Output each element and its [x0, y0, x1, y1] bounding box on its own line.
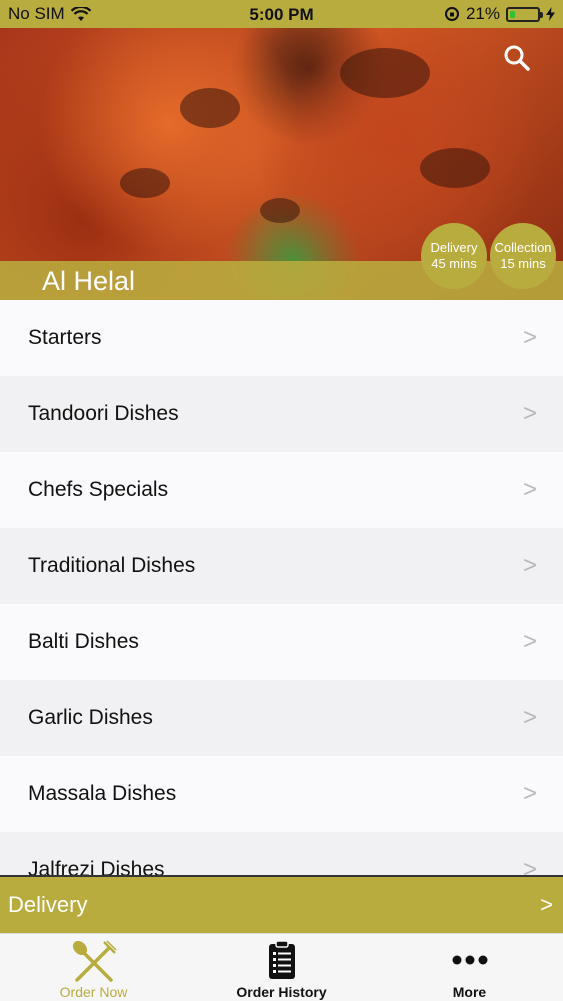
chevron-right-icon: >	[522, 780, 537, 807]
menu-item-massala-dishes[interactable]: Massala Dishes >	[0, 756, 563, 832]
chevron-right-icon: >	[522, 704, 537, 731]
menu-item-chefs-specials[interactable]: Chefs Specials >	[0, 452, 563, 528]
delivery-time-badge: Delivery 45 mins	[421, 223, 487, 289]
tab-order-history[interactable]: Order History	[188, 934, 375, 1001]
tab-label: Order Now	[59, 984, 128, 1000]
chevron-right-icon: >	[522, 552, 537, 579]
clipboard-list-icon	[268, 940, 295, 979]
tab-bar: Order Now Order History More	[0, 933, 563, 1001]
menu-item-traditional-dishes[interactable]: Traditional Dishes >	[0, 528, 563, 604]
status-right: 21%	[444, 4, 555, 24]
orientation-lock-icon	[444, 7, 459, 21]
delivery-badge-label: Delivery	[430, 240, 478, 255]
search-icon	[504, 45, 530, 71]
collection-time-badge: Collection 15 mins	[490, 223, 556, 289]
delivery-mode-label: Delivery	[8, 892, 88, 917]
menu-item-label: Starters	[28, 326, 102, 349]
menu-item-label: Massala Dishes	[28, 782, 177, 805]
chevron-right-icon: >	[522, 476, 537, 503]
menu-item-label: Jalfrezi Dishes	[28, 858, 165, 875]
charging-bolt-icon	[546, 7, 555, 21]
menu-item-jalfrezi-dishes[interactable]: Jalfrezi Dishes >	[0, 832, 563, 875]
tab-label: Order History	[236, 984, 327, 1000]
fork-spoon-icon	[72, 940, 117, 982]
menu-item-label: Tandoori Dishes	[28, 402, 179, 425]
status-bar: No SIM 5:00 PM 21%	[0, 0, 563, 28]
chevron-right-icon: >	[540, 892, 553, 917]
battery-percent: 21%	[465, 4, 500, 23]
delivery-mode-bar[interactable]: Delivery >	[0, 875, 563, 933]
chevron-right-icon: >	[522, 628, 537, 655]
search-button[interactable]	[503, 44, 531, 72]
chevron-right-icon: >	[522, 324, 537, 351]
menu-item-starters[interactable]: Starters >	[0, 300, 563, 376]
chevron-right-icon: >	[522, 400, 537, 427]
more-dots-icon	[452, 955, 487, 965]
tab-label: More	[452, 984, 487, 1000]
tab-more[interactable]: More	[376, 934, 563, 1001]
tab-order-now[interactable]: Order Now	[0, 934, 187, 1001]
collection-badge-label: Collection	[494, 240, 552, 255]
delivery-badge-time: 45 mins	[431, 256, 477, 271]
battery-icon	[506, 6, 543, 22]
menu-item-label: Balti Dishes	[28, 630, 139, 653]
menu-item-balti-dishes[interactable]: Balti Dishes >	[0, 604, 563, 680]
menu-category-list[interactable]: Starters > Tandoori Dishes > Chefs Speci…	[0, 300, 563, 875]
chevron-right-icon: >	[522, 856, 537, 875]
menu-item-garlic-dishes[interactable]: Garlic Dishes >	[0, 680, 563, 756]
menu-item-label: Garlic Dishes	[28, 706, 153, 729]
restaurant-name: Al Helal	[42, 266, 136, 296]
hero-image: Al Helal Delivery 45 mins Collection 15 …	[0, 28, 563, 300]
collection-badge-time: 15 mins	[500, 256, 546, 271]
menu-item-label: Chefs Specials	[28, 478, 169, 501]
menu-item-label: Traditional Dishes	[28, 554, 196, 577]
menu-item-tandoori-dishes[interactable]: Tandoori Dishes >	[0, 376, 563, 452]
